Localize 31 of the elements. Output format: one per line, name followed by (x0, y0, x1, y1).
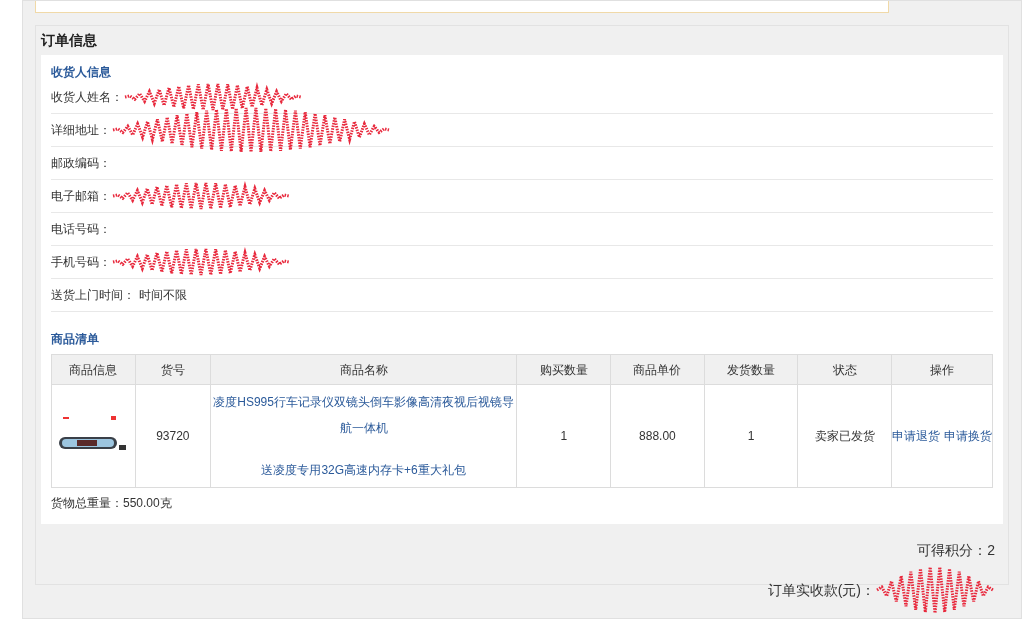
field-value: 时间不限 (139, 287, 187, 304)
action-link[interactable]: 申请退货 (892, 427, 940, 445)
table-cell: 93720 (135, 384, 211, 488)
product-link[interactable]: 凌度HS995行车记录仪双镜头倒车影像高清夜视后视镜导航一体机 (212, 389, 515, 441)
column-header: 商品名称 (210, 354, 517, 385)
amount-label: 订单实收款(元)： (767, 580, 875, 600)
field-label: 电子邮箱： (51, 188, 111, 205)
action-link[interactable]: 申请换货 (944, 427, 992, 445)
column-header: 发货数量 (704, 354, 798, 385)
total-weight: 货物总重量：550.00克 (51, 495, 173, 512)
field-label: 邮政编码： (51, 155, 111, 172)
field-label: 送货上门时间： (51, 287, 135, 304)
field-label: 手机号码： (51, 254, 111, 271)
field-label: 电话号码： (51, 221, 111, 238)
subsection-title: 商品清单 (51, 331, 100, 348)
table-cell: 卖家已发货 (797, 384, 892, 488)
column-header: 货号 (135, 354, 211, 385)
column-header: 操作 (891, 354, 993, 385)
table-cell: 1 (704, 384, 798, 488)
column-header: 购买数量 (516, 354, 611, 385)
column-header: 商品单价 (610, 354, 705, 385)
column-header: 状态 (797, 354, 892, 385)
column-header: 商品信息 (51, 354, 136, 385)
table-cell: 1 (516, 384, 611, 488)
field-label: 详细地址： (51, 122, 111, 139)
field-label: 收货人姓名： (51, 89, 123, 106)
points-text: 可得积分：2 (917, 541, 995, 560)
subsection-title: 收货人信息 (51, 64, 112, 81)
table-cell: 888.00 (610, 384, 705, 488)
gift-link[interactable]: 送凌度专用32G高速内存卡+6重大礼包 (212, 457, 515, 483)
section-title: 订单信息 (41, 31, 98, 50)
